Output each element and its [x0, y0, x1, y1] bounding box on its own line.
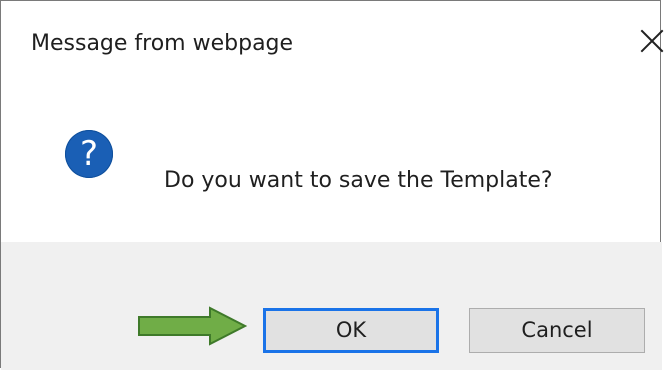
cancel-button[interactable]: Cancel [469, 308, 645, 353]
dialog-message: Do you want to save the Template? [164, 168, 553, 193]
close-button[interactable] [639, 25, 665, 57]
dialog-title: Message from webpage [31, 31, 294, 56]
question-mark-glyph: ? [79, 134, 99, 174]
close-icon [640, 29, 664, 53]
message-dialog: Message from webpage ? Do you want to sa… [0, 0, 664, 370]
dialog-footer: OK Cancel [1, 242, 662, 370]
ok-button[interactable]: OK [263, 308, 439, 353]
pointer-arrow-icon [138, 306, 247, 346]
dialog-content: ? Do you want to save the Template? [65, 130, 625, 242]
question-icon: ? [65, 130, 113, 178]
